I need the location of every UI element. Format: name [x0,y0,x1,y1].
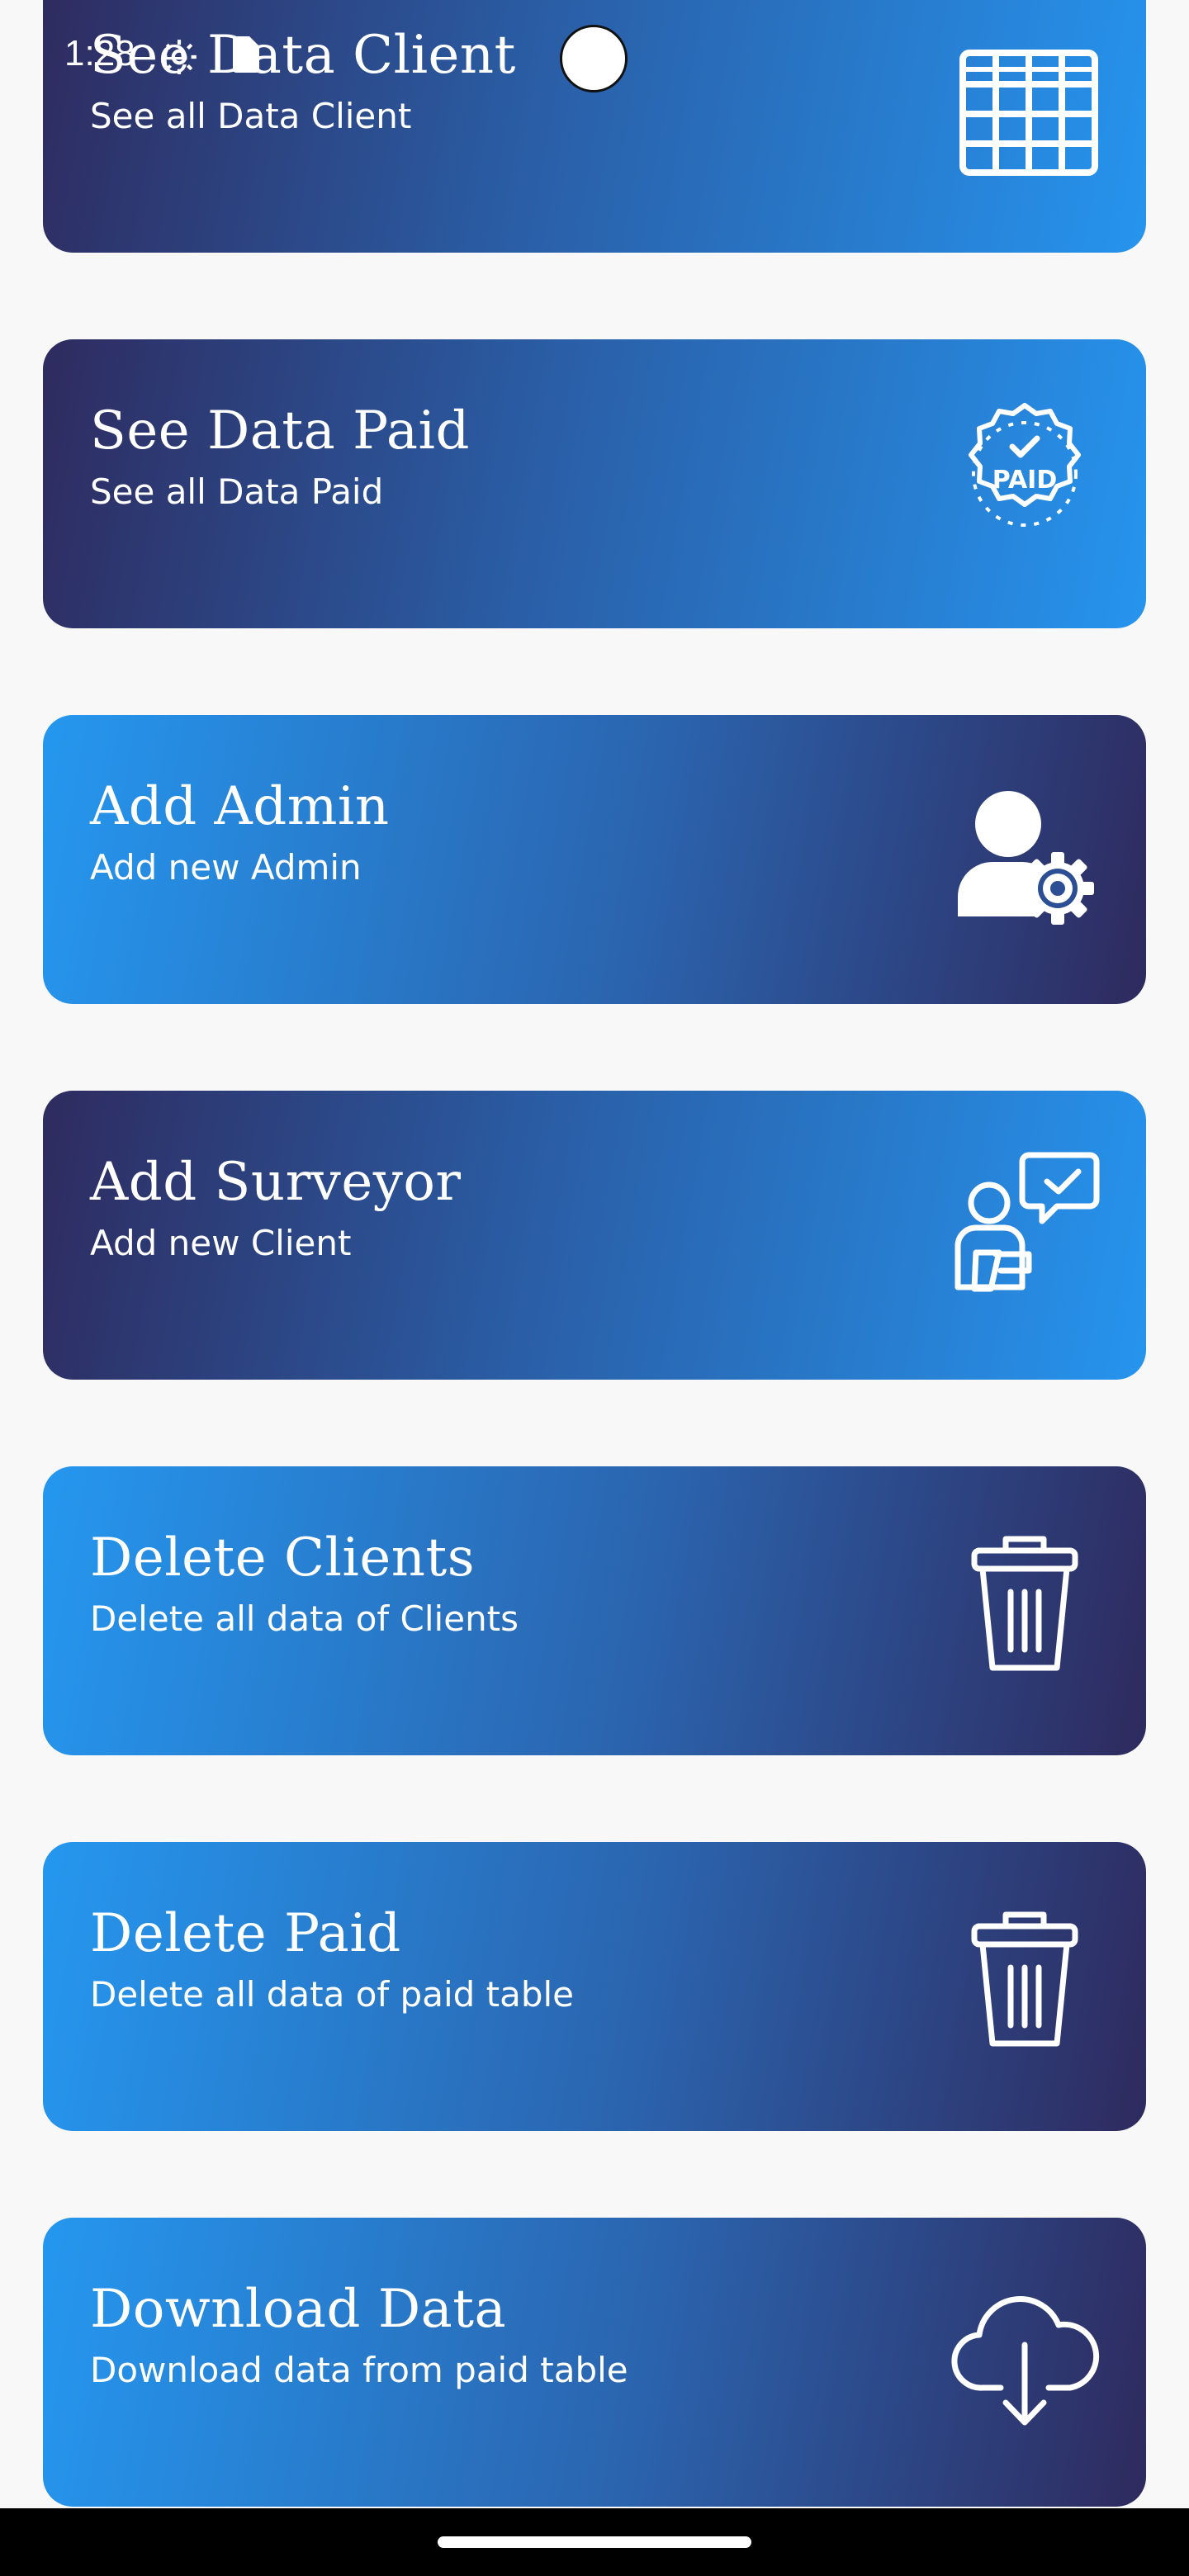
card-subtitle: Delete all data of Clients [90,1598,519,1639]
card-title: Add Surveyor [90,1152,462,1213]
card-subtitle: See all Data Client [90,96,412,136]
trash-icon [946,1898,1103,2055]
delete-paid-card[interactable]: Delete Paid Delete all data of paid tabl… [43,1842,1146,2131]
paid-badge-text: PAID [992,466,1058,495]
status-time: 1:28 [64,33,135,73]
admin-user-gear-icon [946,771,1103,928]
paid-badge-icon: PAID [946,395,1103,552]
table-icon [946,20,1103,177]
card-subtitle: See all Data Paid [90,471,384,512]
card-subtitle: Add new Admin [90,847,362,888]
navigation-bar [0,2508,1189,2576]
trash-icon [946,1522,1103,1679]
card-subtitle: Add new Client [90,1223,352,1263]
card-subtitle: Delete all data of paid table [90,1974,575,2015]
sim-card-icon [231,36,259,76]
card-title: Download Data [90,2279,507,2340]
card-title: Delete Clients [90,1527,476,1589]
card-title: Add Admin [90,776,390,837]
card-title: Delete Paid [90,1903,401,1964]
card-title: See Data Paid [90,400,470,462]
card-subtitle: Download data from paid table [90,2350,628,2390]
camera-cutout [560,25,628,92]
settings-icon [159,36,200,81]
delete-clients-card[interactable]: Delete Clients Delete all data of Client… [43,1466,1146,1755]
add-surveyor-card[interactable]: Add Surveyor Add new Client [43,1091,1146,1380]
surveyor-icon [946,1147,1103,1304]
card-title: See Data Client [90,25,516,86]
see-data-paid-card[interactable]: See Data Paid See all Data Paid PAID [43,339,1146,628]
add-admin-card[interactable]: Add Admin Add new Admin [43,715,1146,1004]
download-data-card[interactable]: Download Data Download data from paid ta… [43,2218,1146,2507]
home-indicator[interactable] [438,2536,751,2548]
cloud-download-icon [946,2274,1103,2431]
